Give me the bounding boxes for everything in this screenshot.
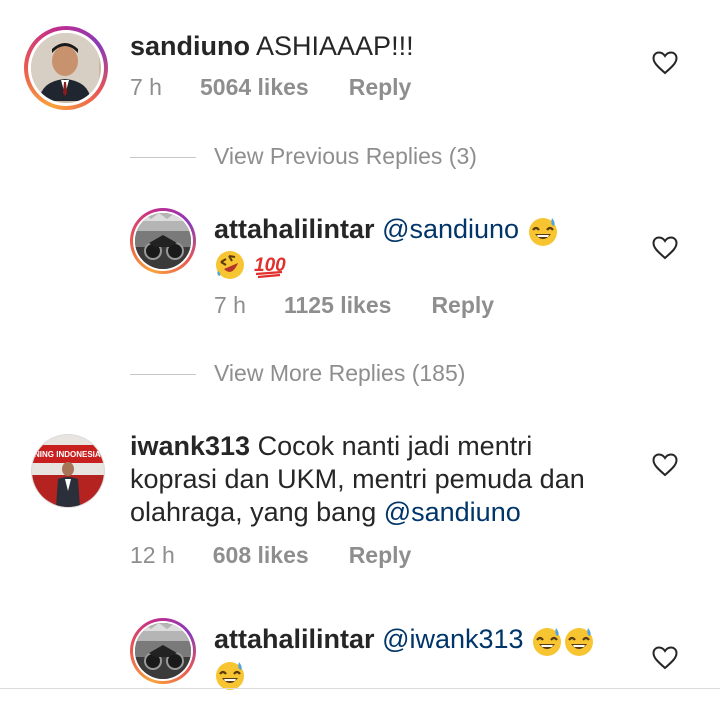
rofl-emoji (216, 250, 244, 279)
comment-text: attahalilintar @sandiuno 100 (214, 213, 594, 281)
timestamp: 7 h (130, 74, 162, 100)
view-more-replies-label[interactable]: View More Replies (185) (214, 360, 465, 387)
mention-link[interactable]: @sandiuno (384, 497, 521, 527)
heart-icon[interactable] (652, 646, 678, 670)
hundred-points-emoji: 100 (254, 255, 286, 278)
heart-icon[interactable] (652, 453, 678, 477)
view-previous-replies[interactable]: View Previous Replies (3) (130, 143, 530, 173)
avatar[interactable] (24, 26, 108, 110)
comment-meta: 12 h 608 likes Reply (130, 542, 411, 569)
view-more-replies[interactable]: View More Replies (185) (130, 360, 530, 390)
reply-button[interactable]: Reply (431, 292, 494, 319)
avatar[interactable]: NING INDONESIA (31, 434, 105, 508)
comment-text: attahalilintar @iwank313 (214, 623, 614, 691)
grinning-sweat-emoji (565, 627, 594, 656)
grinning-sweat-emoji (528, 217, 557, 246)
comment-text: sandiuno ASHIAAAP!!! (130, 30, 650, 63)
avatar[interactable] (130, 618, 196, 684)
comment-body-line2: koprasi dan UKM, mentri pemuda dan (130, 464, 585, 494)
comment-meta: 7 h 1125 likes Reply (214, 292, 494, 319)
heart-icon[interactable] (652, 236, 678, 260)
comment-body-line1: Cocok nanti jadi mentri (250, 431, 533, 461)
likes-count[interactable]: 5064 likes (200, 74, 309, 101)
grinning-sweat-emoji (216, 661, 244, 690)
comment-input-divider (0, 688, 720, 689)
divider-line (130, 157, 196, 158)
mention-link[interactable]: @iwank313 (382, 624, 524, 654)
mention-link[interactable]: @sandiuno (382, 214, 519, 244)
avatar-banner-text: NING INDONESIA (34, 450, 101, 459)
view-previous-replies-label[interactable]: View Previous Replies (3) (214, 143, 477, 170)
divider-line (130, 374, 196, 375)
profile-photo-icon (135, 623, 191, 679)
comment-text: iwank313 Cocok nanti jadi mentri koprasi… (130, 430, 650, 529)
heart-icon[interactable] (652, 51, 678, 75)
username[interactable]: sandiuno (130, 31, 250, 61)
username[interactable]: attahalilintar (214, 624, 375, 654)
comment-body-line3: olahraga, yang bang (130, 497, 384, 527)
likes-count[interactable]: 1125 likes (284, 292, 391, 319)
profile-photo-icon: NING INDONESIA (32, 435, 104, 507)
avatar[interactable] (130, 208, 196, 274)
profile-photo-icon (31, 33, 99, 101)
timestamp: 7 h (214, 292, 246, 318)
profile-photo-icon (135, 213, 191, 269)
comment-meta: 7 h 5064 likes Reply (130, 74, 411, 101)
reply-button[interactable]: Reply (349, 542, 412, 569)
likes-count[interactable]: 608 likes (213, 542, 309, 569)
username[interactable]: attahalilintar (214, 214, 375, 244)
grinning-sweat-emoji (533, 627, 562, 656)
comment-body: ASHIAAAP!!! (250, 31, 414, 61)
timestamp: 12 h (130, 542, 175, 568)
reply-button[interactable]: Reply (349, 74, 412, 101)
username[interactable]: iwank313 (130, 431, 250, 461)
